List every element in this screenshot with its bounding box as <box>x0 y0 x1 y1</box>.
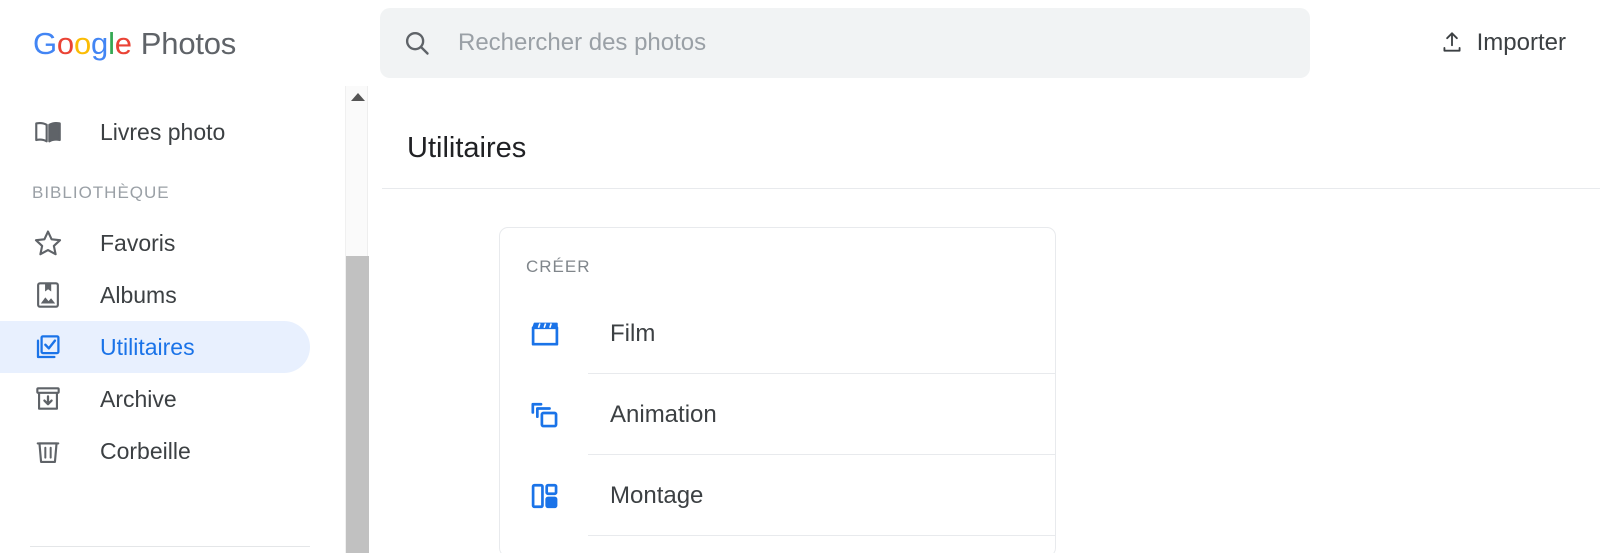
sidebar-item-favorites[interactable]: Favoris <box>0 217 310 269</box>
create-item-label: Film <box>610 319 656 347</box>
search-bar[interactable] <box>380 8 1310 78</box>
sidebar-item-archive[interactable]: Archive <box>0 373 310 425</box>
sidebar-item-utilities[interactable]: Utilitaires <box>0 321 310 373</box>
stacked-frames-icon <box>522 398 568 432</box>
title-divider <box>382 188 1600 189</box>
sidebar-section-label: BIBLIOTHÈQUE <box>32 183 170 202</box>
google-photos-app: GooglePhotos Importer <box>0 0 1600 553</box>
sidebar-item-label: Livres photo <box>100 118 226 145</box>
upload-icon <box>1439 29 1465 58</box>
create-item-animation[interactable]: Animation <box>500 374 1055 455</box>
create-item-label: Montage <box>610 481 704 509</box>
app-logo[interactable]: Google Photos <box>33 26 236 62</box>
sidebar-item-label: Archive <box>100 385 177 412</box>
create-card-heading: CRÉER <box>526 257 591 276</box>
sidebar-item-photo-books[interactable]: Livres photo <box>0 106 310 158</box>
utilities-icon <box>26 331 70 363</box>
sidebar-item-trash[interactable]: Corbeille <box>0 425 310 477</box>
top-bar: GooglePhotos Importer <box>0 0 1600 86</box>
album-icon <box>26 279 70 311</box>
sidebar-item-albums[interactable]: Albums <box>0 269 310 321</box>
sidebar-scrollbar[interactable] <box>345 86 369 553</box>
photo-book-icon <box>26 116 70 148</box>
sidebar-item-label: Favoris <box>100 229 176 256</box>
main-content: Utilitaires CRÉER Film Animation Montage <box>369 86 1600 553</box>
google-wordmark: Google <box>33 26 132 61</box>
search-input[interactable] <box>458 8 1310 78</box>
create-card: CRÉER Film Animation Montage <box>499 227 1056 553</box>
sidebar: Livres photo BIBLIOTHÈQUE Favoris Albums <box>0 86 345 553</box>
collage-icon <box>522 479 568 513</box>
sidebar-item-label: Albums <box>100 281 177 308</box>
product-name: Photos <box>140 26 237 61</box>
create-item-label: Animation <box>610 400 717 428</box>
create-item-film[interactable]: Film <box>500 293 1055 374</box>
scroll-up-arrow-icon[interactable] <box>346 86 369 108</box>
movie-clapper-icon <box>522 317 568 351</box>
row-divider <box>588 535 1055 536</box>
star-icon <box>26 227 70 259</box>
search-icon <box>402 28 432 58</box>
create-item-montage[interactable]: Montage <box>500 455 1055 536</box>
create-card-rows: Film Animation Montage <box>500 293 1055 536</box>
sidebar-divider <box>30 546 310 547</box>
page-title: Utilitaires <box>407 132 527 164</box>
sidebar-item-label: Utilitaires <box>100 333 195 360</box>
import-button-label: Importer <box>1476 29 1566 56</box>
import-button[interactable]: Importer <box>1429 18 1576 68</box>
sidebar-item-label: Corbeille <box>100 437 191 464</box>
archive-icon <box>26 383 70 415</box>
scrollbar-thumb[interactable] <box>346 256 369 553</box>
trash-icon <box>26 435 70 467</box>
